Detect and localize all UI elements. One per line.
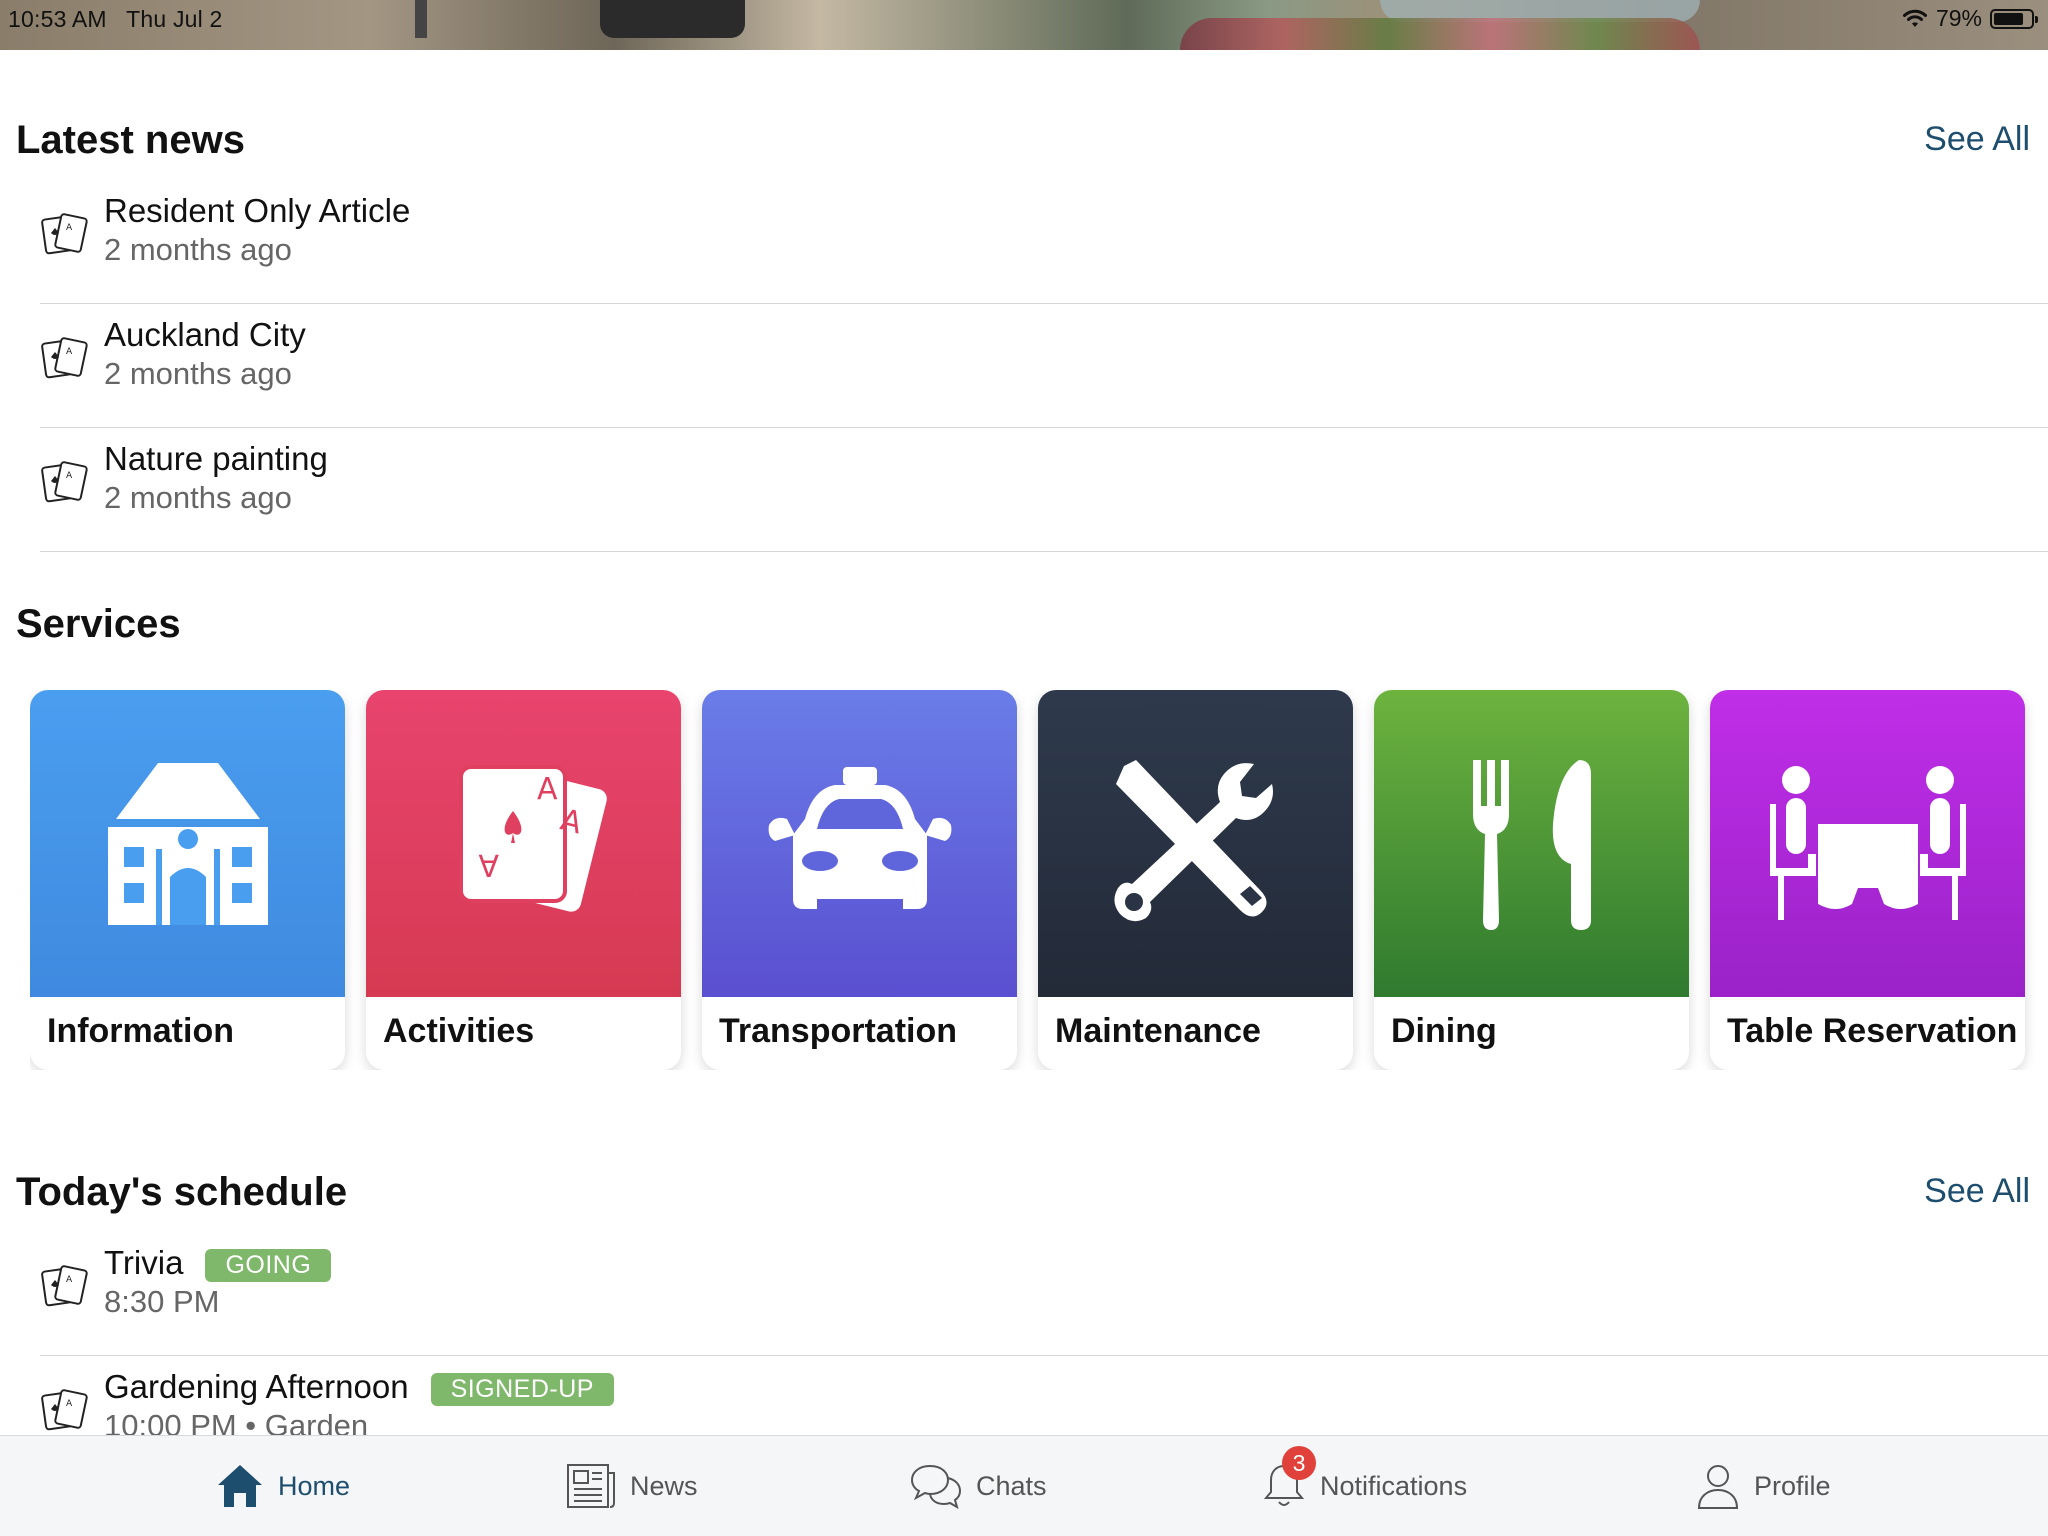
tab-profile[interactable]: Profile bbox=[1696, 1436, 1831, 1536]
person-icon bbox=[1697, 1465, 1739, 1509]
status-badge: GOING bbox=[205, 1248, 332, 1282]
bottom-tab-bar: Home News Chats Notifications 3 Profile bbox=[0, 1435, 2048, 1536]
service-tile: A A A bbox=[366, 690, 681, 997]
header-photo-banner: 10:53 AM Thu Jul 2 79% bbox=[0, 0, 2048, 50]
tab-home[interactable]: Home bbox=[216, 1436, 350, 1536]
news-item[interactable]: A Resident Only Article 2 months ago bbox=[40, 180, 2048, 304]
service-label: Table Reservation bbox=[1727, 1012, 2018, 1050]
latest-news-see-all-link[interactable]: See All bbox=[1924, 120, 2030, 159]
banner-car bbox=[600, 0, 745, 38]
tab-chats[interactable]: Chats bbox=[910, 1436, 1047, 1536]
schedule-item-title-row: Trivia GOING bbox=[104, 1244, 332, 1282]
svg-text:A: A bbox=[66, 1399, 73, 1409]
schedule-item-title: Trivia bbox=[104, 1244, 184, 1281]
newspaper-icon bbox=[567, 1464, 615, 1508]
svg-text:A: A bbox=[537, 772, 558, 807]
tab-news[interactable]: News bbox=[566, 1436, 698, 1536]
divider bbox=[40, 551, 2048, 552]
service-label: Maintenance bbox=[1055, 1012, 1261, 1050]
news-item-date: 2 months ago bbox=[104, 480, 292, 515]
latest-news-heading: Latest news bbox=[16, 118, 245, 162]
taxi-icon bbox=[768, 766, 951, 909]
service-card-maintenance[interactable]: Maintenance bbox=[1038, 690, 1353, 1070]
news-item-title: Resident Only Article bbox=[104, 192, 411, 229]
chat-bubbles-icon bbox=[910, 1464, 962, 1510]
notification-count-badge: 3 bbox=[1282, 1446, 1316, 1480]
schedule-see-all-link[interactable]: See All bbox=[1924, 1172, 2030, 1211]
news-item-title: Nature painting bbox=[104, 440, 328, 477]
playing-cards-icon: A bbox=[41, 1389, 88, 1431]
playing-cards-icon: A bbox=[41, 213, 88, 255]
service-label: Activities bbox=[383, 1012, 535, 1050]
svg-text:A: A bbox=[478, 847, 499, 882]
service-label: Dining bbox=[1391, 1012, 1497, 1050]
battery-icon bbox=[1990, 8, 2038, 29]
tab-label: Chats bbox=[976, 1470, 1047, 1501]
playing-cards-icon: A bbox=[41, 461, 88, 503]
news-item[interactable]: A Auckland City 2 months ago bbox=[40, 304, 2048, 428]
svg-text:A: A bbox=[66, 1275, 73, 1285]
banner-flower-bed bbox=[1180, 18, 1700, 50]
tab-label: News bbox=[630, 1470, 698, 1501]
service-card-activities[interactable]: A A A Activities bbox=[366, 690, 681, 1070]
status-bar-datetime: 10:53 AM Thu Jul 2 bbox=[8, 6, 223, 33]
svg-text:A: A bbox=[66, 223, 73, 233]
battery-percent: 79% bbox=[1935, 5, 1982, 31]
services-carousel[interactable]: Information A A A Activities Transportat… bbox=[30, 690, 2048, 1070]
tools-icon bbox=[1113, 759, 1273, 921]
table-people-icon bbox=[1769, 765, 1966, 920]
service-tile bbox=[1038, 690, 1353, 997]
schedule-item-time: 10:00 PM • Garden bbox=[104, 1408, 369, 1436]
schedule-item[interactable]: A Trivia GOING 8:30 PM bbox=[40, 1232, 2048, 1356]
wifi-icon bbox=[1902, 9, 1927, 27]
news-item-date: 2 months ago bbox=[104, 356, 292, 391]
status-badge: SIGNED-UP bbox=[430, 1372, 614, 1406]
playing-cards-icon: A bbox=[41, 1265, 88, 1307]
service-card-transportation[interactable]: Transportation bbox=[702, 690, 1017, 1070]
status-date: Thu Jul 2 bbox=[126, 6, 223, 32]
service-label: Transportation bbox=[719, 1012, 958, 1050]
schedule-item-title: Gardening Afternoon bbox=[104, 1368, 409, 1405]
playing-cards-icon: A bbox=[41, 337, 88, 379]
service-tile bbox=[702, 690, 1017, 997]
banner-lamp-post bbox=[415, 0, 427, 38]
status-bar-right: 79% bbox=[1902, 5, 2038, 32]
building-icon bbox=[107, 762, 268, 925]
service-tile bbox=[1710, 690, 2025, 997]
tab-label: Home bbox=[278, 1470, 351, 1501]
service-card-table-reservation[interactable]: Table Reservation bbox=[1710, 690, 2025, 1070]
schedule-heading: Today's schedule bbox=[16, 1170, 348, 1214]
service-label: Information bbox=[47, 1012, 234, 1050]
schedule-item[interactable]: A Gardening Afternoon SIGNED-UP 10:00 PM … bbox=[40, 1356, 2048, 1436]
news-item[interactable]: A Nature painting 2 months ago bbox=[40, 428, 2048, 552]
service-tile bbox=[30, 690, 345, 997]
status-time: 10:53 AM bbox=[8, 6, 107, 32]
service-card-dining[interactable]: Dining bbox=[1374, 690, 1689, 1070]
service-card-information[interactable]: Information bbox=[30, 690, 345, 1070]
service-tile bbox=[1374, 690, 1689, 997]
news-item-date: 2 months ago bbox=[104, 232, 292, 267]
svg-text:A: A bbox=[66, 471, 73, 481]
news-item-title: Auckland City bbox=[104, 316, 306, 353]
home-icon bbox=[218, 1465, 262, 1507]
tab-label: Notifications bbox=[1320, 1470, 1468, 1501]
svg-text:A: A bbox=[66, 347, 73, 357]
playing-cards-icon: A A A bbox=[458, 764, 607, 912]
services-heading: Services bbox=[16, 602, 181, 646]
schedule-item-title-row: Gardening Afternoon SIGNED-UP bbox=[104, 1368, 614, 1406]
fork-knife-icon bbox=[1472, 759, 1591, 930]
schedule-item-time: 8:30 PM bbox=[104, 1284, 220, 1319]
tab-label: Profile bbox=[1754, 1470, 1831, 1501]
